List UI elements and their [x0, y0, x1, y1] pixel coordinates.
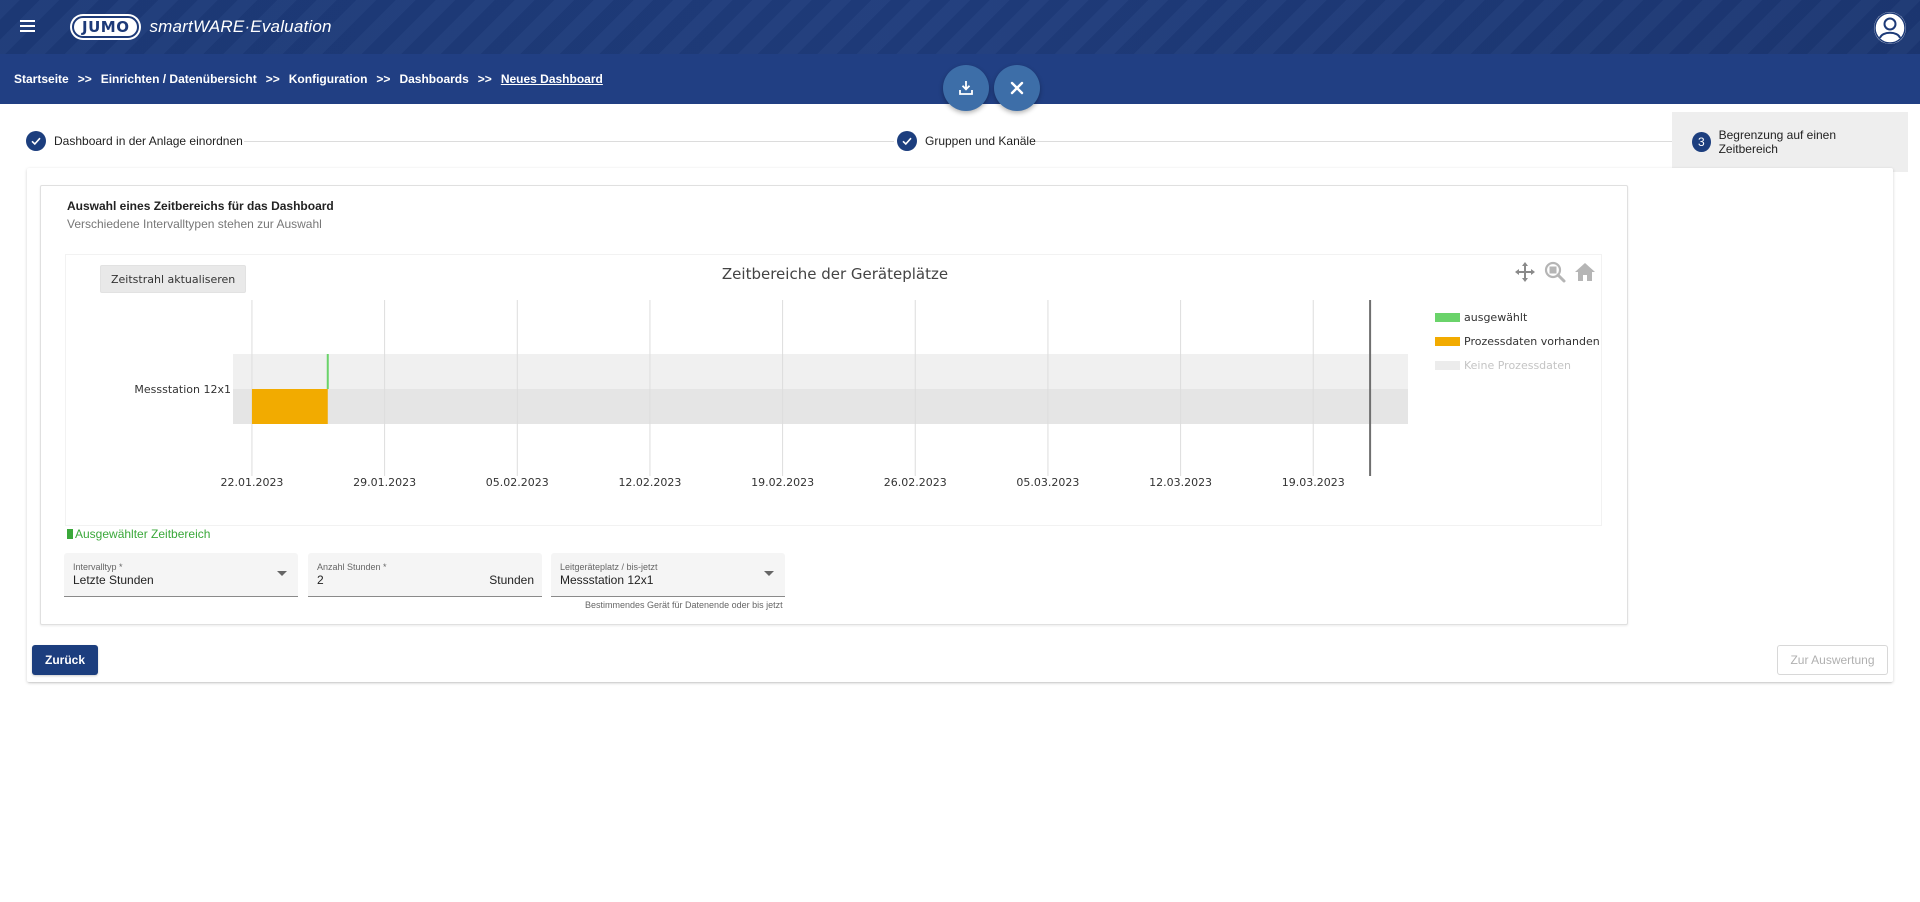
selected-range-label: Ausgewählter Zeitbereich: [67, 527, 210, 541]
selected-range-text: Ausgewählter Zeitbereich: [75, 527, 211, 541]
home-icon[interactable]: [1572, 259, 1598, 285]
row-background: [233, 354, 1408, 389]
process-data-bar: [251, 389, 328, 424]
zoom-icon[interactable]: [1542, 259, 1568, 285]
user-avatar-icon[interactable]: [1874, 12, 1906, 44]
app-logo: JUMO smartWARE·Evaluation: [72, 16, 332, 38]
legend-item-no-data[interactable]: Keine Prozessdaten: [1435, 353, 1600, 377]
chevron-down-icon: [277, 571, 287, 576]
to-evaluation-button[interactable]: Zur Auswertung: [1777, 645, 1888, 675]
hours-input[interactable]: Anzahl Stunden * 2 Stunden: [308, 553, 542, 597]
legend-swatch: [1435, 312, 1460, 322]
chart-legend: ausgewählt Prozessdaten vorhanden Keine …: [1435, 305, 1600, 377]
selected-range-swatch: [67, 529, 73, 539]
hours-value: 2: [317, 573, 324, 587]
chevron-down-icon: [764, 571, 774, 576]
move-icon[interactable]: [1512, 259, 1538, 285]
hours-suffix: Stunden: [489, 573, 534, 587]
x-tick-label: 12.02.2023: [618, 476, 681, 489]
legend-swatch: [1435, 360, 1460, 370]
x-tick-label: 19.03.2023: [1282, 476, 1345, 489]
y-category-label: Messstation 12x1: [134, 383, 231, 396]
row-background: [233, 389, 1408, 424]
back-button[interactable]: Zurück: [32, 645, 99, 675]
menu-icon[interactable]: [20, 17, 40, 37]
hours-label: Anzahl Stunden *: [317, 562, 387, 572]
legend-item-process-data[interactable]: Prozessdaten vorhanden: [1435, 329, 1600, 353]
x-tick-label: 22.01.2023: [220, 476, 283, 489]
x-tick-label: 05.02.2023: [486, 476, 549, 489]
legend-label: Prozessdaten vorhanden: [1464, 334, 1600, 348]
interval-type-label: Intervalltyp *: [73, 562, 123, 572]
x-tick-label: 26.02.2023: [884, 476, 947, 489]
legend-label: ausgewählt: [1464, 310, 1528, 324]
logo-brand: JUMO: [82, 18, 130, 36]
chart-toolbar: [1512, 259, 1598, 285]
legend-swatch: [1435, 336, 1460, 346]
selected-range-bar: [326, 354, 329, 389]
lead-device-hint: Bestimmendes Gerät für Datenende oder bi…: [585, 600, 783, 610]
lead-device-label: Leitgeräteplatz / bis-jetzt: [560, 562, 658, 572]
app-title: smartWARE·Evaluation: [149, 17, 332, 36]
x-tick-label: 05.03.2023: [1016, 476, 1079, 489]
interval-type-select[interactable]: Intervalltyp * Letzte Stunden: [64, 553, 298, 597]
interval-type-value: Letzte Stunden: [73, 573, 154, 587]
legend-item-selected[interactable]: ausgewählt: [1435, 305, 1600, 329]
timeline-chart-plot: 22.01.2023 29.01.2023 05.02.2023 12.02.2023…: [134, 300, 1408, 489]
x-tick-label: 19.02.2023: [751, 476, 814, 489]
lead-device-select[interactable]: Leitgeräteplatz / bis-jetzt Messstation …: [551, 553, 785, 597]
legend-label: Keine Prozessdaten: [1464, 358, 1571, 372]
x-tick-label: 12.03.2023: [1149, 476, 1212, 489]
chart-title: Zeitbereiche der Geräteplätze: [721, 265, 949, 283]
lead-device-value: Messstation 12x1: [560, 573, 654, 587]
x-tick-label: 29.01.2023: [353, 476, 416, 489]
